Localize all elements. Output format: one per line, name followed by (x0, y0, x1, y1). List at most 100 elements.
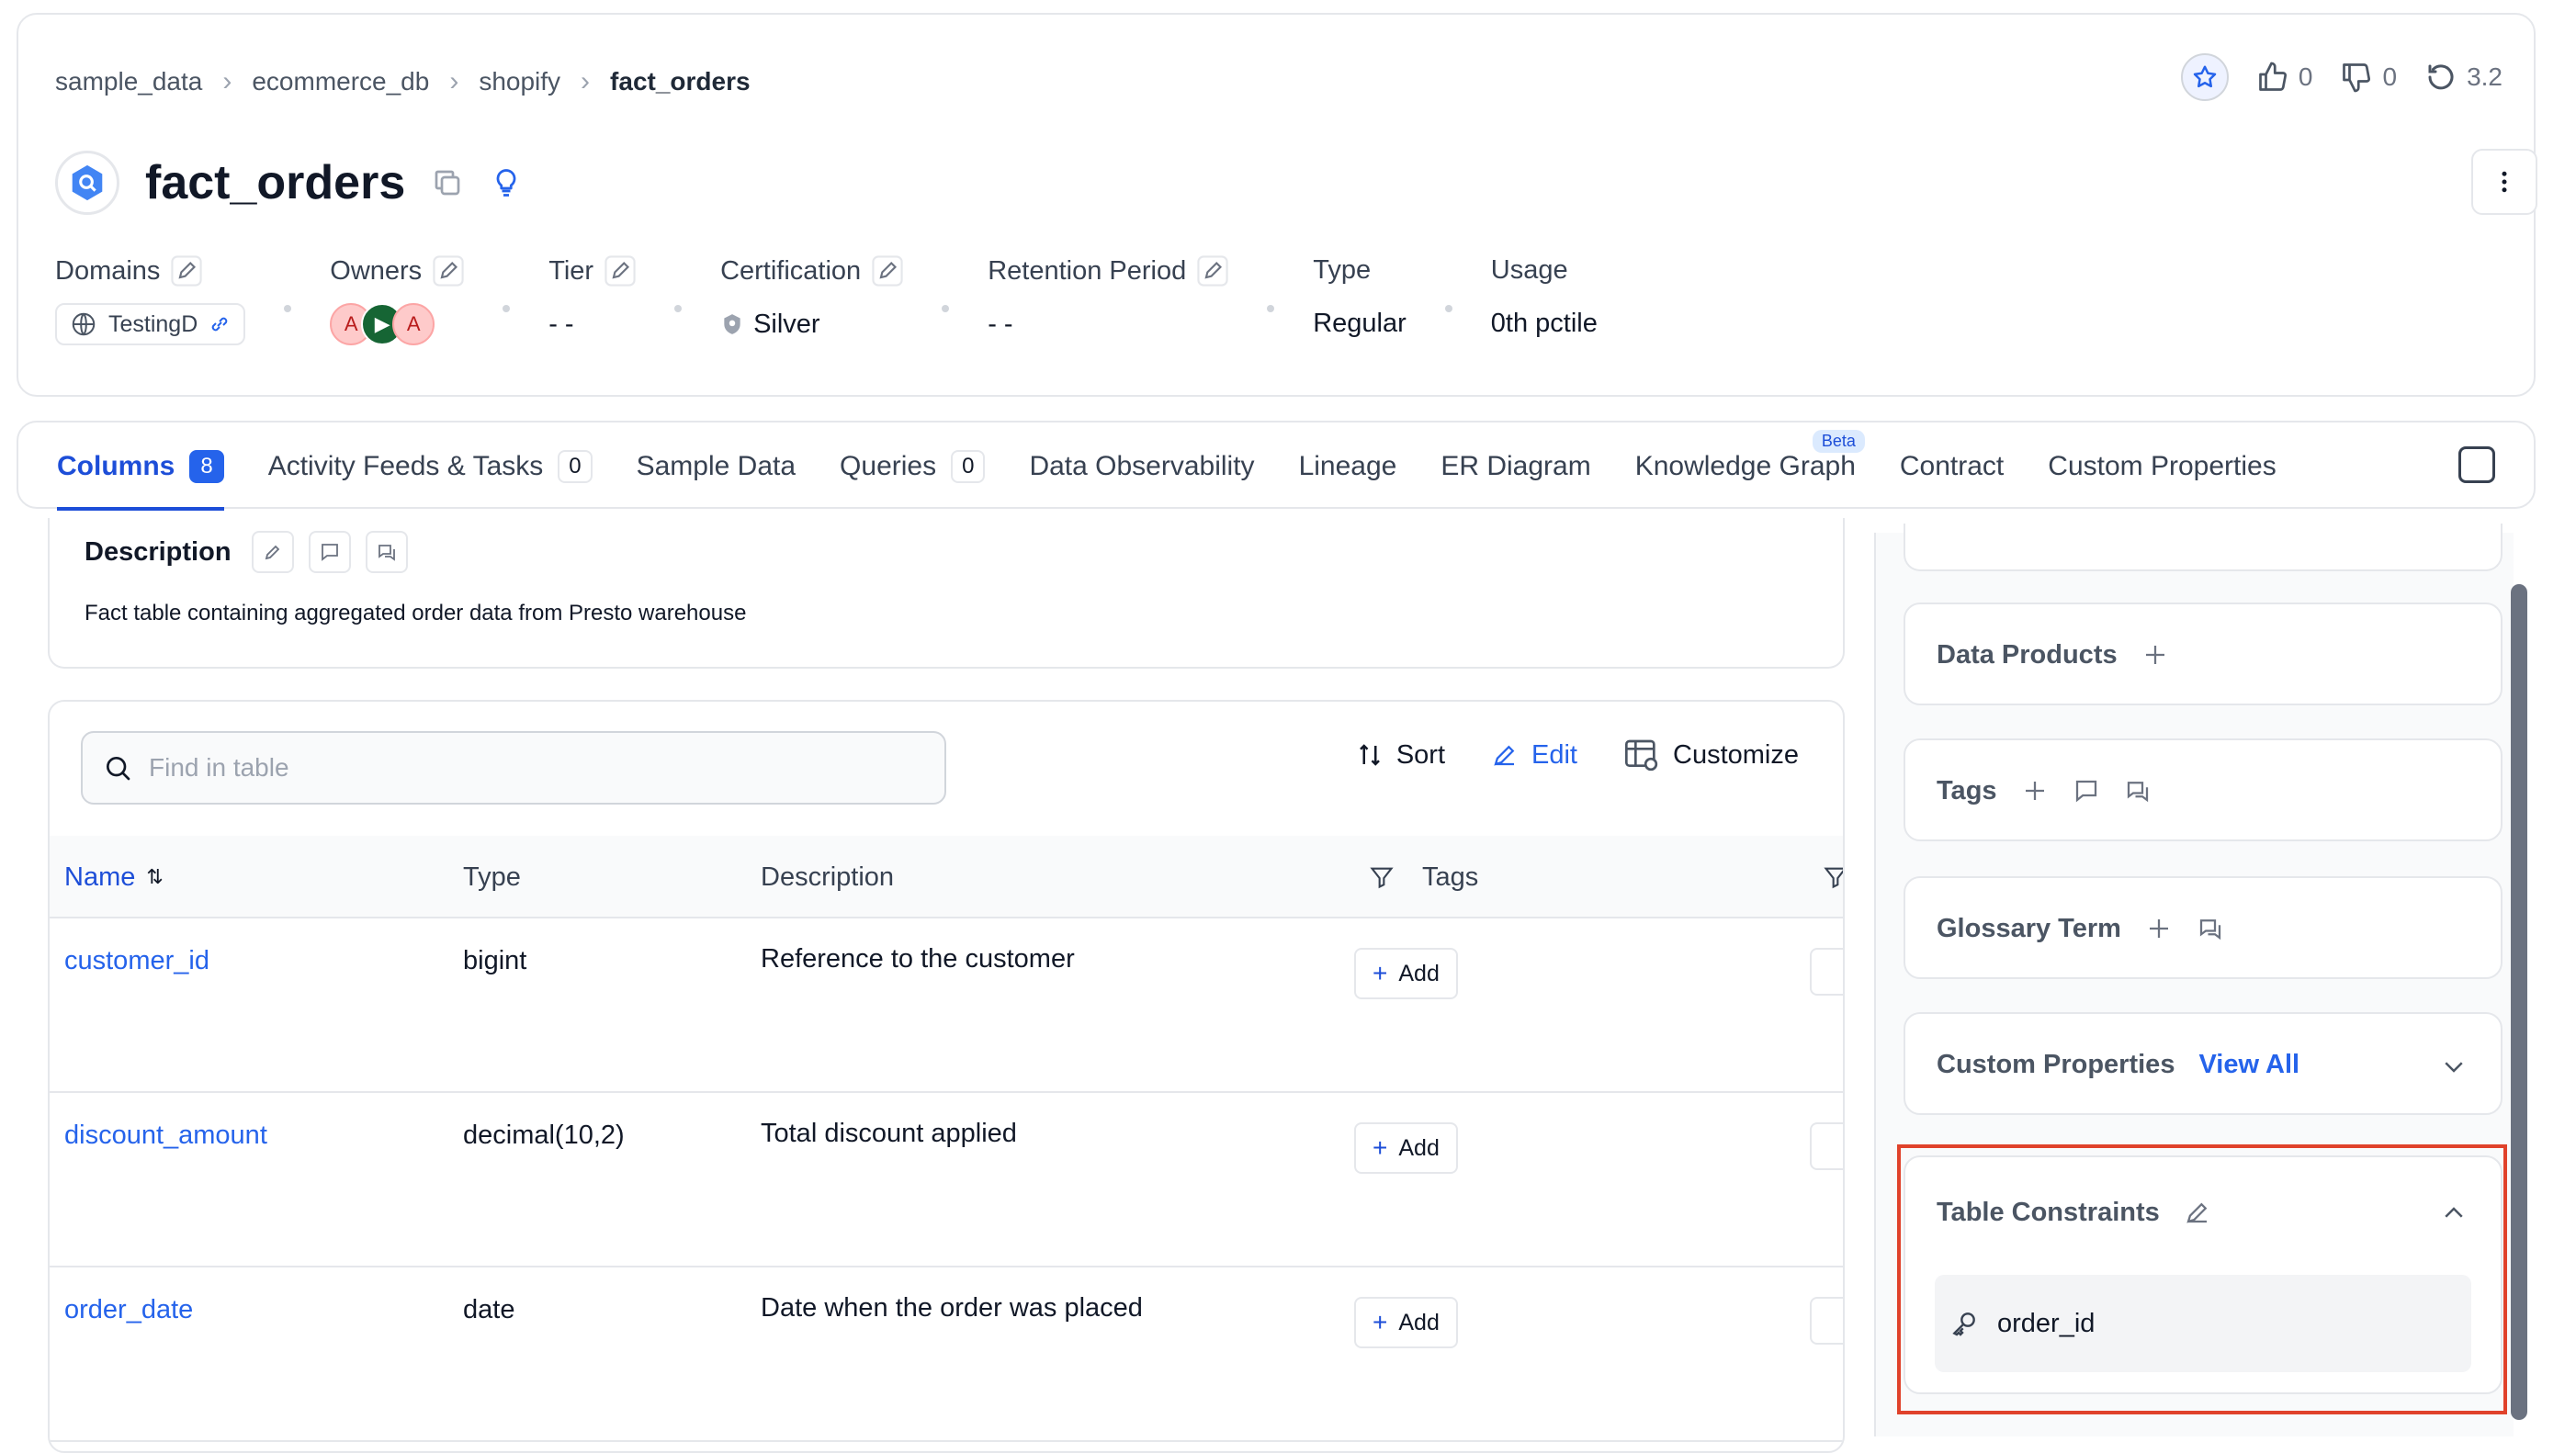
usage-label: Usage (1490, 255, 1568, 285)
customize-button[interactable]: Customize (1623, 737, 1799, 773)
table-actions: Sort Edit Customize (1356, 737, 1799, 773)
tab-lineage[interactable]: Lineage (1299, 422, 1397, 511)
add-tag-button[interactable]: + Add (1354, 1122, 1458, 1174)
header-actions: 0 0 3.2 (2180, 53, 2503, 101)
edit-icon[interactable] (872, 255, 903, 287)
tab-queries[interactable]: Queries 0 (840, 422, 986, 511)
view-all-link[interactable]: View All (2198, 1050, 2299, 1080)
chevron-down-icon[interactable] (2440, 1053, 2468, 1080)
plus-icon[interactable] (2021, 777, 2049, 805)
breadcrumb-item[interactable]: sample_data (55, 67, 202, 96)
like-button[interactable]: 0 (2256, 61, 2312, 94)
scrollbar[interactable] (2511, 584, 2527, 1420)
column-name-link[interactable]: discount_amount (64, 1121, 267, 1151)
column-name-link[interactable]: customer_id (64, 946, 209, 976)
chat-icon[interactable] (2124, 777, 2152, 805)
add-glossary-button[interactable] (1810, 1122, 1843, 1170)
breadcrumb: sample_data › ecommerce_db › shopify › f… (55, 66, 751, 97)
copy-icon[interactable] (431, 166, 464, 199)
history-icon (2428, 64, 2454, 90)
queries-count-badge: 0 (951, 450, 986, 483)
edit-icon[interactable] (171, 255, 203, 287)
tab-knowledge-graph[interactable]: Knowledge Graph Beta (1635, 422, 1865, 511)
tier-label: Tier (548, 255, 594, 286)
sort-toggle-icon[interactable]: ⇅ (146, 865, 163, 889)
edit-button[interactable]: Edit (1491, 740, 1577, 771)
tab-er-diagram[interactable]: ER Diagram (1441, 422, 1590, 511)
data-products-card: Data Products (1904, 603, 2503, 705)
tab-data-observability[interactable]: Data Observability (1029, 422, 1254, 511)
table-row: order_date date Date when the order was … (50, 1267, 1843, 1442)
tab-columns[interactable]: Columns 8 (57, 422, 224, 511)
type-value: Regular (1313, 308, 1407, 338)
lightbulb-icon[interactable] (490, 166, 523, 199)
dislike-button[interactable]: 0 (2340, 61, 2397, 94)
certification-label: Certification (720, 255, 862, 286)
edit-icon[interactable] (433, 255, 464, 287)
tags-title: Tags (1937, 775, 1997, 805)
tab-custom-properties[interactable]: Custom Properties (2048, 422, 2276, 511)
conversation-button[interactable] (365, 531, 408, 573)
edit-icon[interactable] (1197, 255, 1228, 287)
domain-chip[interactable]: TestingD (55, 303, 246, 345)
columns-count-badge: 8 (189, 450, 224, 483)
search-input[interactable] (149, 753, 902, 783)
tags-card: Tags (1904, 738, 2503, 841)
metadata-row: Domains TestingD Owners A ▶ A Tier - - C… (55, 255, 1598, 345)
plus-icon[interactable] (2145, 915, 2173, 942)
tab-sample-data[interactable]: Sample Data (637, 422, 796, 511)
glossary-term-card: Glossary Term (1904, 876, 2503, 979)
column-header-name[interactable]: Name ⇅ (64, 836, 164, 918)
add-tag-button[interactable]: + Add (1354, 1297, 1458, 1348)
search-box[interactable] (81, 731, 946, 805)
custom-properties-title: Custom Properties (1937, 1049, 2175, 1079)
request-description-button[interactable] (308, 531, 351, 573)
add-glossary-button[interactable] (1810, 1297, 1843, 1345)
sort-button[interactable]: Sort (1356, 740, 1445, 771)
separator-dot (1267, 305, 1275, 312)
separator-dot (1444, 305, 1452, 312)
chat-icon[interactable] (2197, 915, 2224, 942)
tab-activity-feeds[interactable]: Activity Feeds & Tasks 0 (268, 422, 593, 511)
link-icon (211, 317, 228, 332)
filter-icon[interactable] (1369, 864, 1395, 890)
column-header-description: Description (761, 862, 895, 892)
edit-icon[interactable] (604, 255, 636, 287)
thumbs-down-icon (2343, 63, 2371, 93)
usage-value: 0th pctile (1490, 308, 1598, 338)
column-header-tags: Tags (1369, 836, 1478, 918)
tier-value: - - (548, 309, 574, 339)
search-icon (107, 757, 130, 781)
version-button[interactable]: 3.2 (2424, 61, 2503, 94)
dislike-count: 0 (2382, 62, 2398, 91)
breadcrumb-item[interactable]: ecommerce_db (252, 67, 429, 96)
page-title: fact_orders (145, 156, 406, 209)
add-glossary-button[interactable] (1810, 948, 1843, 996)
message-question-icon[interactable] (2073, 777, 2100, 805)
tab-contract[interactable]: Contract (1900, 422, 2004, 511)
version-number: 3.2 (2467, 62, 2503, 91)
edit-description-button[interactable] (251, 531, 294, 573)
breadcrumb-item[interactable]: shopify (479, 67, 560, 96)
description-card: Description Fact table containing aggreg… (48, 518, 1845, 669)
certification-section: Certification Silver (720, 255, 903, 345)
filter-icon[interactable] (1823, 836, 1843, 918)
domains-section: Domains TestingD (55, 255, 246, 345)
activity-count-badge: 0 (558, 450, 593, 483)
owner-avatars[interactable]: A ▶ A (330, 303, 435, 345)
plus-icon: + (1373, 959, 1388, 987)
table-row: discount_amount decimal(10,2) Total disc… (50, 1093, 1843, 1267)
follow-button[interactable] (2180, 53, 2229, 101)
custom-properties-card: Custom Properties View All (1904, 1012, 2503, 1115)
plus-icon[interactable] (2141, 641, 2169, 669)
star-icon (2193, 65, 2217, 88)
column-description: Total discount applied (761, 1119, 1017, 1148)
panel-toggle-icon[interactable] (2458, 446, 2495, 483)
add-tag-button[interactable]: + Add (1354, 948, 1458, 999)
title-row: fact_orders (55, 151, 523, 215)
more-options-button[interactable] (2471, 149, 2537, 215)
avatar[interactable]: A (392, 303, 435, 345)
column-name-link[interactable]: order_date (64, 1295, 193, 1325)
highlight-box (1897, 1144, 2507, 1414)
certification-value: Silver (753, 309, 820, 339)
